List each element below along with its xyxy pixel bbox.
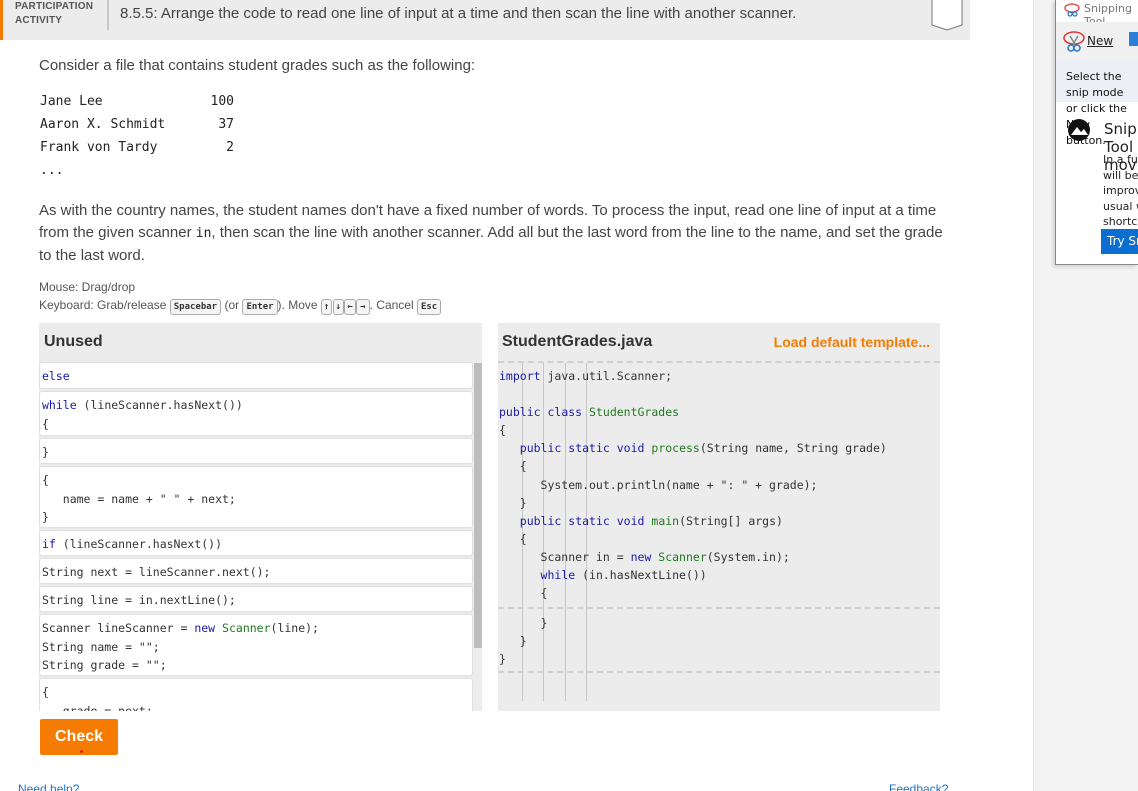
student-name: Jane Lee: [40, 94, 103, 109]
code-line: }: [499, 496, 527, 510]
snipping-tool-window: Snipping Tool New Select the snip mode o…: [1055, 0, 1138, 265]
drop-zone-divider: [498, 671, 940, 673]
editor-header: StudentGrades.java Load default template…: [498, 323, 940, 361]
code-block-close-brace[interactable]: }: [39, 438, 473, 464]
unused-title: Unused: [44, 333, 103, 350]
load-default-template-link[interactable]: Load default template...: [774, 334, 930, 350]
key-left: ←: [344, 299, 356, 315]
scrollbar-thumb[interactable]: [474, 363, 482, 648]
instructions: Mouse: Drag/drop Keyboard: Grab/release …: [39, 278, 442, 315]
key-enter: Enter: [242, 299, 278, 315]
student-name: Frank von Tardy: [40, 140, 158, 155]
code-line: {: [499, 532, 527, 546]
code-block-declarations[interactable]: Scanner lineScanner = new Scanner(line);…: [39, 614, 473, 676]
snipping-toolbar: New: [1056, 22, 1138, 60]
page-gutter: [970, 0, 1034, 791]
code-line: import java.util.Scanner;: [499, 369, 673, 383]
label-line-1: PARTICIPATION: [15, 1, 94, 12]
code-block-string-line[interactable]: String line = in.nextLine();: [39, 586, 473, 612]
keyboard-prefix: Keyboard: Grab/release: [39, 298, 170, 312]
description: As with the country names, the student n…: [39, 200, 944, 267]
intro-text: Consider a file that contains student gr…: [39, 57, 476, 74]
keyboard-instructions: Keyboard: Grab/release Spacebar (or Ente…: [39, 296, 442, 315]
check-label: Check: [54, 728, 104, 745]
activity-header: PARTICIPATION ACTIVITY 8.5.5: Arrange th…: [0, 0, 970, 40]
need-help-link[interactable]: Need help?: [18, 782, 79, 791]
code-line: public static void main(String[] args): [519, 514, 783, 528]
code-block-while-linescanner[interactable]: while (lineScanner.hasNext()) {: [39, 391, 473, 436]
header-divider: [107, 0, 109, 30]
student-grade: 37: [218, 117, 234, 132]
code-line: }: [499, 652, 506, 666]
cursor-dot: [80, 750, 83, 753]
key-spacebar: Spacebar: [169, 299, 222, 315]
code-line: public class StudentGrades: [499, 405, 680, 419]
unused-blocks-list: else while (lineScanner.hasNext()) { } {…: [39, 361, 482, 711]
or-text: (or: [221, 298, 243, 312]
student-grade: 100: [210, 94, 234, 109]
code-line: {: [499, 586, 548, 600]
code-block-append-name[interactable]: { name = name + " " + next; }: [39, 466, 473, 528]
mode-button[interactable]: [1129, 32, 1138, 46]
key-up: ↑: [320, 299, 333, 315]
code-line: Scanner in = new Scanner(System.in);: [499, 550, 790, 564]
key-down: ↓: [332, 299, 345, 315]
unused-scrollbar[interactable]: [474, 361, 482, 711]
drop-zone-divider: [498, 607, 940, 609]
key-right: →: [356, 299, 370, 315]
label-line-2: ACTIVITY: [15, 15, 63, 26]
block-text: else: [42, 369, 70, 383]
code-block-if-hasnext[interactable]: if (lineScanner.hasNext()): [39, 530, 473, 556]
code-block-set-grade[interactable]: { grade = next;: [39, 678, 473, 711]
check-button[interactable]: Check: [40, 719, 118, 755]
code-line: {: [499, 423, 506, 437]
new-snip-icon: [1063, 31, 1085, 52]
try-snip-sketch-button[interactable]: Try Snip & Sketch: [1101, 229, 1138, 254]
new-snip-button[interactable]: New: [1087, 34, 1113, 48]
key-esc: Esc: [416, 299, 442, 315]
snip-sketch-icon: [1068, 119, 1090, 141]
description-code: in: [195, 226, 212, 241]
snipping-titlebar: Snipping Tool: [1056, 0, 1138, 28]
scissors-icon: [1064, 3, 1080, 17]
code-line: System.out.println(name + ": " + grade);: [499, 478, 818, 492]
sample-row: Frank von Tardy 2: [40, 140, 234, 163]
student-grade: 2: [226, 140, 234, 155]
unused-header: Unused: [39, 323, 482, 361]
code-line: }: [499, 634, 527, 648]
editor-filename: StudentGrades.java: [502, 333, 653, 350]
sample-data: Jane Lee 100 Aaron X. Schmidt 37 Frank von…: [40, 94, 234, 186]
code-line: {: [499, 459, 527, 473]
mouse-instructions: Mouse: Drag/drop: [39, 280, 136, 294]
feedback-link[interactable]: Feedback?: [889, 782, 948, 791]
completion-badge-icon: [931, 0, 963, 31]
code-block-else[interactable]: else: [39, 362, 473, 389]
activity-page: PARTICIPATION ACTIVITY 8.5.5: Arrange th…: [0, 0, 970, 791]
cancel-text: . Cancel: [369, 298, 417, 312]
sample-ellipsis: ...: [40, 163, 64, 178]
sample-row: Jane Lee 100: [40, 94, 234, 117]
activity-title: 8.5.5: Arrange the code to read one line…: [120, 5, 797, 22]
code-drop-area[interactable]: import java.util.Scanner; public class S…: [498, 361, 940, 711]
student-name: Aaron X. Schmidt: [40, 117, 166, 132]
snipping-hint: Select the snip mode or click the New bu…: [1056, 60, 1138, 147]
move-text: ). Move: [277, 298, 321, 312]
participation-label: PARTICIPATION ACTIVITY: [15, 0, 93, 28]
sample-row: Aaron X. Schmidt 37: [40, 117, 234, 140]
code-block-string-next[interactable]: String next = lineScanner.next();: [39, 558, 473, 584]
code-line: while (in.hasNextLine()): [540, 568, 707, 582]
code-line: }: [499, 616, 548, 630]
code-line: public static void process(String name, …: [519, 441, 887, 455]
